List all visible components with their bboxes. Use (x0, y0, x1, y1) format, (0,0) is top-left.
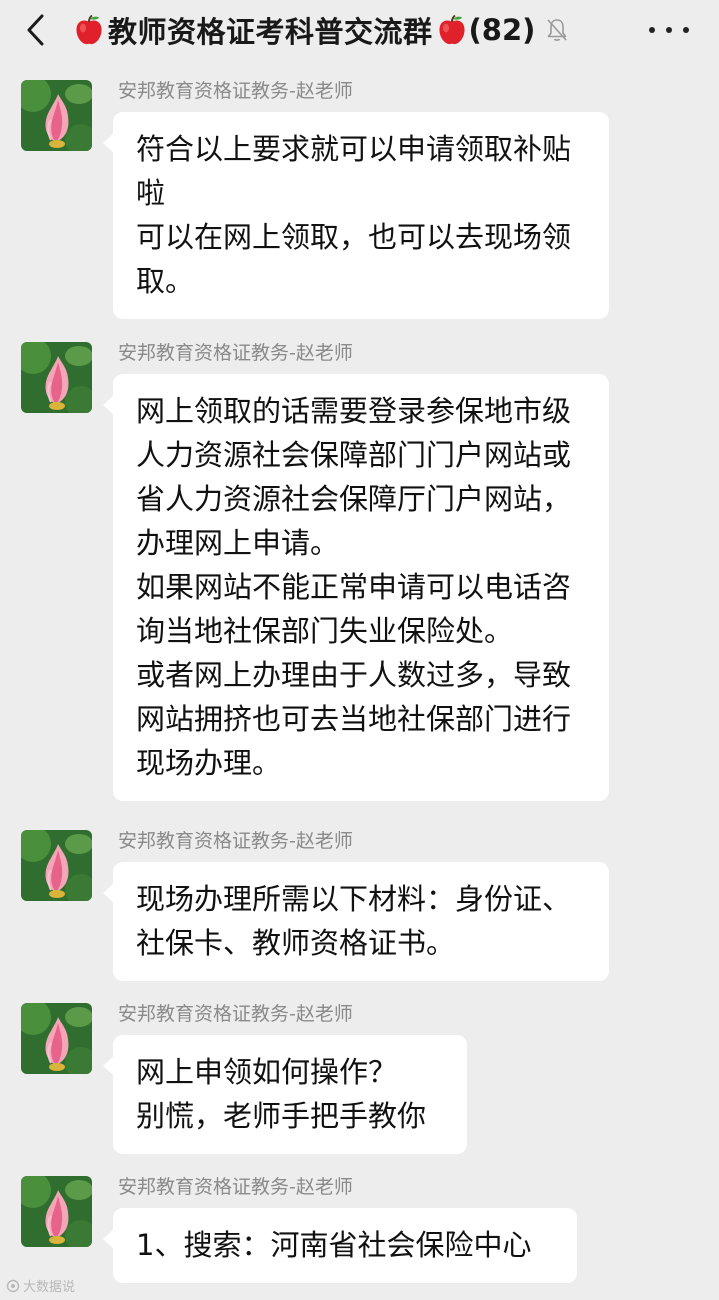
lotus-avatar-icon (21, 1176, 92, 1247)
watermark-logo-icon (6, 1279, 20, 1292)
message-bubble[interactable]: 网上领取的话需要登录参保地市级人力资源社会保障部门门户网站或省人力资源社会保障厅… (103, 374, 609, 801)
avatar[interactable] (21, 1003, 92, 1074)
more-dot (683, 27, 689, 33)
watermark: 大数据说 (6, 1276, 75, 1295)
apple-emoji-icon (438, 14, 465, 45)
more-dot (666, 27, 672, 33)
message-bubble[interactable]: 现场办理所需以下材料：身份证、社保卡、教师资格证书。 (103, 862, 609, 981)
message-bubble[interactable]: 1、搜索：河南省社会保险中心 (103, 1208, 577, 1283)
sender-name: 安邦教育资格证教务-赵老师 (118, 80, 353, 102)
sender-name: 安邦教育资格证教务-赵老师 (118, 342, 353, 364)
member-count: (82) (468, 13, 536, 47)
lotus-avatar-icon (21, 80, 92, 151)
chevron-left-icon (27, 14, 44, 46)
more-dot (649, 27, 655, 33)
sender-name: 安邦教育资格证教务-赵老师 (118, 1176, 353, 1198)
avatar[interactable] (21, 1176, 92, 1247)
message-bubble[interactable]: 符合以上要求就可以申请领取补贴啦 可以在网上领取，也可以去现场领取。 (103, 112, 609, 319)
sender-name: 安邦教育资格证教务-赵老师 (118, 1003, 353, 1025)
chat-title-area[interactable]: 教师资格证考科普交流群 (82) (72, 8, 569, 52)
lotus-avatar-icon (21, 342, 92, 413)
apple-emoji-icon (76, 14, 102, 45)
chat-title: 教师资格证考科普交流群 (108, 15, 433, 49)
avatar[interactable] (21, 80, 92, 151)
watermark-text: 大数据说 (23, 1280, 76, 1295)
lotus-avatar-icon (21, 1003, 92, 1074)
lotus-avatar-icon (21, 830, 92, 901)
avatar[interactable] (21, 830, 92, 901)
message-bubble[interactable]: 网上申领如何操作？ 别慌，老师手把手教你 (103, 1035, 467, 1154)
back-button[interactable] (18, 10, 54, 50)
chat-screen: 教师资格证考科普交流群 (82) 安邦教育资格证教务-赵老师 符合以上要求就可以… (0, 0, 719, 1300)
more-button[interactable] (649, 16, 689, 44)
bell-off-icon (547, 19, 567, 41)
avatar[interactable] (21, 342, 92, 413)
sender-name: 安邦教育资格证教务-赵老师 (118, 830, 353, 852)
chat-header: 教师资格证考科普交流群 (82) (0, 0, 719, 66)
